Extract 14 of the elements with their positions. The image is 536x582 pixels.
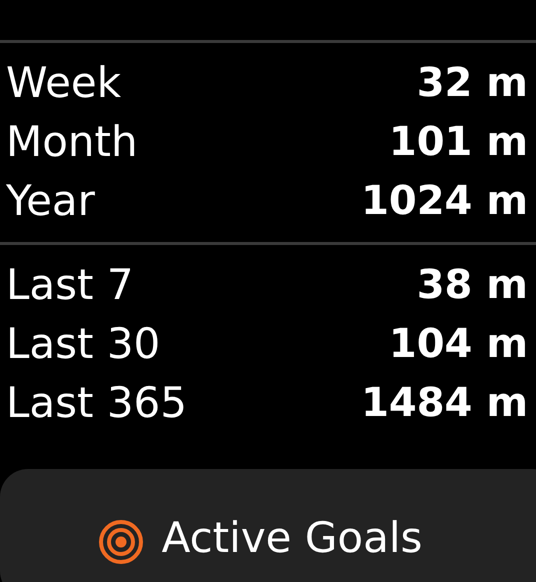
- distance-value: 1024 m: [361, 180, 528, 220]
- period-label: Year: [6, 180, 95, 222]
- distance-value: 38 m: [416, 264, 528, 304]
- period-label: Week: [6, 62, 122, 104]
- period-label: Last 7: [6, 264, 134, 306]
- period-label: Last 30: [6, 322, 160, 364]
- period-label: Last 365: [6, 382, 188, 424]
- distance-value: 1484 m: [361, 382, 528, 422]
- distance-value: 32 m: [416, 62, 528, 102]
- distance-value: 104 m: [388, 324, 528, 364]
- target-icon: [98, 519, 144, 565]
- distance-value: 101 m: [388, 122, 528, 162]
- active-goals-button[interactable]: Active Goals: [0, 469, 536, 582]
- period-label: Month: [6, 120, 138, 162]
